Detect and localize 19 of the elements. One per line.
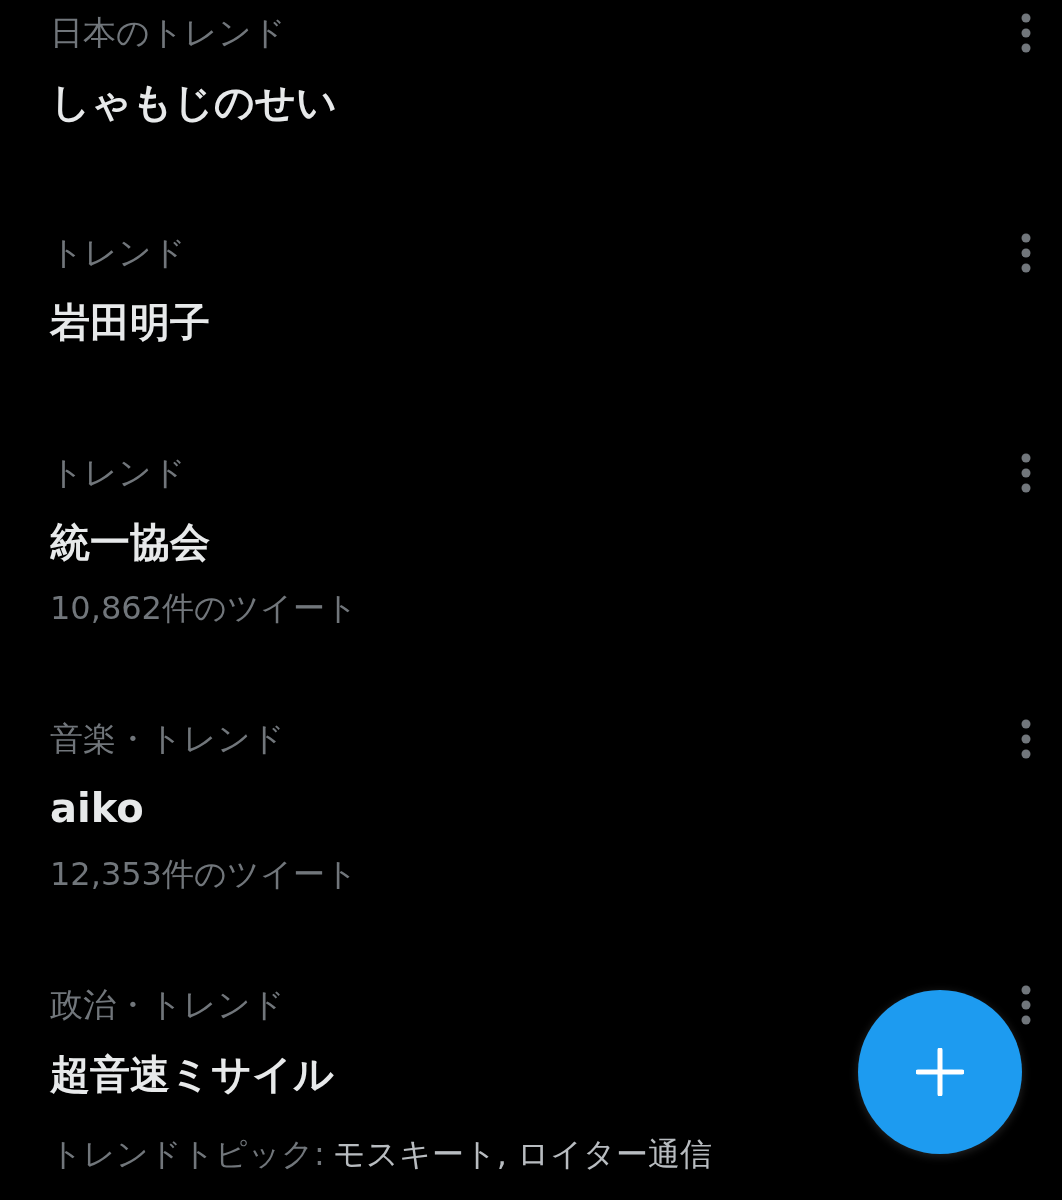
trend-category: 日本のトレンド	[50, 12, 286, 54]
more-options-icon[interactable]	[1020, 13, 1032, 53]
plus-icon	[916, 1048, 964, 1096]
more-options-icon[interactable]	[1020, 453, 1032, 493]
trend-title[interactable]: 超音速ミサイル	[50, 1029, 334, 1119]
trend-title[interactable]: 統一協会	[50, 497, 210, 587]
tweet-count: 10,862件のツイート	[50, 588, 358, 629]
trend-title[interactable]: 岩田明子	[50, 277, 210, 367]
trend-category: トレンド	[50, 452, 186, 494]
trend-title[interactable]: しゃもじのせい	[50, 57, 337, 147]
trend-topics: トレンドトピック: モスキート, ロイター通信	[50, 1134, 713, 1175]
trend-title[interactable]: aiko	[50, 763, 144, 853]
more-options-icon[interactable]	[1020, 233, 1032, 273]
tweet-count: 12,353件のツイート	[50, 854, 358, 895]
trend-category: 音楽・トレンド	[50, 718, 285, 760]
more-options-icon[interactable]	[1020, 985, 1032, 1025]
trend-category: 政治・トレンド	[50, 984, 285, 1026]
more-options-icon[interactable]	[1020, 719, 1032, 759]
trend-category: トレンド	[50, 232, 186, 274]
